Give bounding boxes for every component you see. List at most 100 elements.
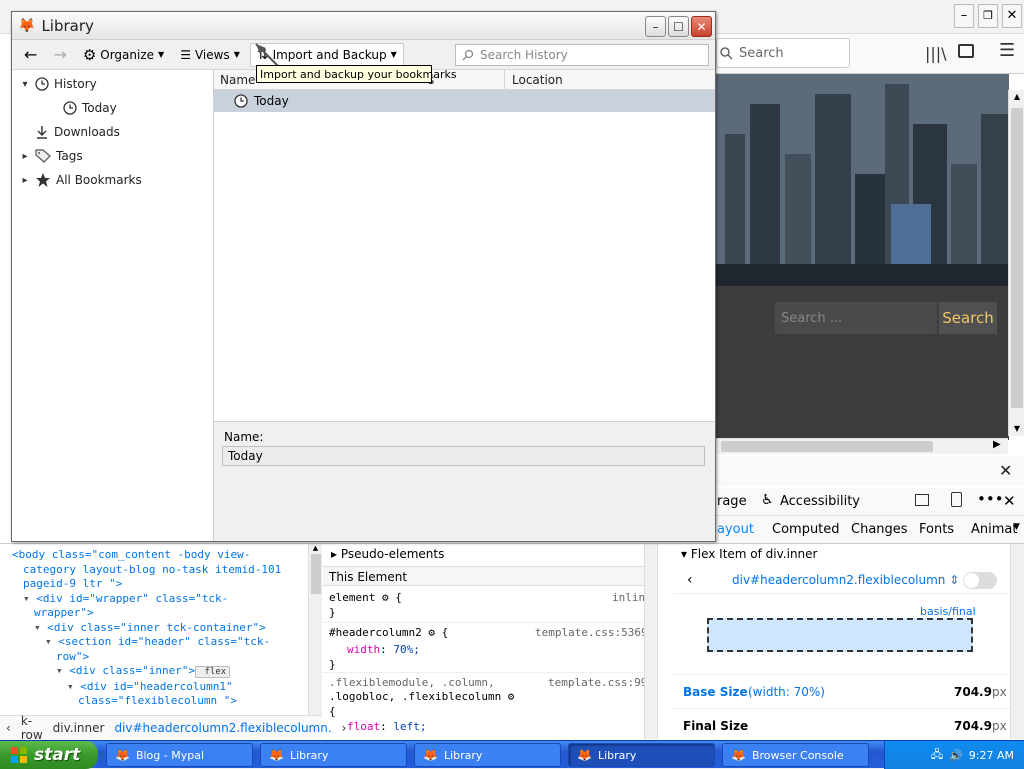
taskbar-item[interactable]: 🦊 Library bbox=[414, 743, 561, 767]
sidebar-item-today[interactable]: Today bbox=[12, 97, 117, 119]
taskbar-item[interactable]: 🦊 Browser Console bbox=[722, 743, 869, 767]
forward-button[interactable]: → bbox=[47, 42, 72, 67]
expand-twisty-icon[interactable]: ▾ bbox=[34, 621, 47, 634]
scroll-up-arrow-icon[interactable]: ▲ bbox=[1010, 90, 1024, 104]
close-devtools-icon[interactable]: ✕ bbox=[1003, 492, 1016, 510]
browser-search-input[interactable]: Search bbox=[716, 38, 850, 68]
rule-source[interactable]: template.css:5369 bbox=[535, 626, 648, 639]
markup-line[interactable]: ▾ <div class="inner tck-container"> bbox=[12, 621, 321, 636]
flex-item-header[interactable]: ▾ Flex Item of div.inner bbox=[681, 547, 817, 561]
taskbar-item[interactable]: 🦊 Blog - Mypal bbox=[106, 743, 253, 767]
markup-text: pageid-9 ltr "> bbox=[23, 577, 123, 590]
menu-icon[interactable]: ☰ bbox=[999, 40, 1015, 61]
markup-line[interactable]: wrapper"> bbox=[12, 606, 321, 621]
rule-source[interactable]: template.css:99 bbox=[548, 676, 647, 689]
devtools-close-icon[interactable]: ✕ bbox=[999, 461, 1012, 480]
sidebar-item-all-bookmarks[interactable]: ▸ All Bookmarks bbox=[12, 169, 142, 191]
pseudo-elements-toggle[interactable]: ▸ Pseudo-elements bbox=[331, 547, 444, 561]
scroll-right-arrow-icon[interactable]: ▶ bbox=[993, 439, 1001, 450]
taskbar-item[interactable]: 🦊 Library bbox=[568, 743, 715, 767]
clock[interactable]: 9:27 AM bbox=[969, 749, 1014, 762]
highlight-toggle[interactable] bbox=[963, 572, 997, 589]
rule-declaration[interactable]: width: 70%; bbox=[347, 643, 420, 656]
sidebar-icon[interactable] bbox=[958, 44, 974, 58]
more-options-icon[interactable]: ••• bbox=[977, 490, 1004, 508]
tab-changes[interactable]: Changes bbox=[851, 522, 908, 537]
expand-twisty-icon[interactable]: ▾ bbox=[45, 635, 58, 648]
back-button[interactable]: ← bbox=[18, 42, 43, 67]
sidebar-item-downloads[interactable]: Downloads bbox=[12, 121, 120, 143]
views-button[interactable]: ☰ Views ▼ bbox=[174, 45, 246, 65]
library-icon[interactable]: |||\ bbox=[925, 44, 947, 63]
markup-line[interactable]: ▾ <div id="wrapper" class="tck- bbox=[12, 592, 321, 607]
library-title-bar[interactable]: 🦊 Library bbox=[12, 12, 715, 40]
twisty-icon[interactable]: ▾ bbox=[20, 79, 30, 90]
chevron-down-icon[interactable]: ▼ bbox=[1013, 522, 1020, 532]
tab-fonts[interactable]: Fonts bbox=[919, 522, 954, 537]
minimize-button[interactable]: – bbox=[954, 4, 974, 28]
history-tree[interactable]: Today bbox=[214, 90, 715, 421]
dock-icon[interactable] bbox=[915, 494, 929, 506]
markup-line[interactable]: category layout-blog no-task itemid-101 bbox=[12, 563, 321, 578]
organize-button[interactable]: ⚙ Organize ▼ bbox=[77, 43, 170, 67]
twisty-icon[interactable]: ▸ bbox=[20, 151, 30, 162]
flex-item-selector[interactable]: div#headercolumn2.flexiblecolumn ⇕ bbox=[732, 573, 959, 587]
close-button[interactable]: ✕ bbox=[1002, 4, 1022, 28]
markup-line[interactable]: row"> bbox=[12, 650, 321, 665]
volume-icon[interactable]: 🔊 bbox=[949, 749, 963, 762]
h-scrollbar-thumb[interactable] bbox=[721, 441, 933, 452]
tab-animations[interactable]: Animat bbox=[971, 522, 1017, 537]
name-field[interactable]: Today bbox=[222, 446, 705, 466]
rule-declaration[interactable]: float: left; bbox=[347, 720, 427, 733]
expand-twisty-icon[interactable]: ▾ bbox=[23, 592, 36, 605]
back-chevron-icon[interactable]: ‹ bbox=[687, 572, 693, 588]
markup-text: category layout-blog no-task itemid-101 bbox=[23, 562, 282, 576]
breadcrumb-item[interactable]: div.inner bbox=[53, 721, 105, 735]
markup-scrollbar[interactable]: ▲ bbox=[308, 544, 322, 715]
library-minimize-button[interactable]: – bbox=[645, 16, 666, 37]
restore-button[interactable]: ❐ bbox=[978, 4, 998, 28]
start-button[interactable]: start bbox=[0, 741, 98, 769]
flex-badge[interactable]: flex bbox=[195, 666, 231, 678]
network-icon[interactable]: 🖧 bbox=[931, 746, 943, 765]
site-search-button[interactable]: Search bbox=[939, 302, 997, 334]
scrollbar-thumb[interactable] bbox=[310, 554, 321, 594]
table-row[interactable]: Today bbox=[214, 90, 715, 112]
site-search-input[interactable]: Search ... bbox=[775, 302, 937, 334]
sidebar-item-tags[interactable]: ▸ Tags bbox=[12, 145, 82, 167]
tab-accessibility[interactable]: Accessibility bbox=[780, 494, 860, 509]
tab-storage[interactable]: rage bbox=[717, 494, 747, 509]
column-header-location[interactable]: Location bbox=[512, 73, 563, 87]
tab-layout[interactable]: ayout bbox=[717, 522, 754, 537]
markup-line[interactable]: pageid-9 ltr "> bbox=[12, 577, 321, 592]
markup-line[interactable]: ▾ <div class="inner"> flex bbox=[12, 664, 321, 680]
layout-scrollbar[interactable] bbox=[1010, 544, 1024, 739]
twisty-icon[interactable]: ▸ bbox=[20, 175, 30, 186]
search-icon bbox=[720, 47, 733, 60]
markup-line[interactable]: ▾ <div id="headercolumn1" bbox=[12, 680, 321, 695]
taskbar-item-label: Library bbox=[289, 748, 329, 762]
breadcrumb-item-current[interactable]: div#headercolumn2.flexiblecolumn. bbox=[114, 721, 331, 735]
chevron-left-icon[interactable]: ‹ bbox=[6, 721, 11, 735]
library-maximize-button[interactable]: ☐ bbox=[668, 16, 689, 37]
scroll-up-arrow-icon[interactable]: ▲ bbox=[309, 544, 322, 552]
import-backup-label: Import and Backup bbox=[272, 47, 387, 62]
tab-computed[interactable]: Computed bbox=[772, 522, 840, 537]
markup-line[interactable]: ▾ <section id="header" class="tck- bbox=[12, 635, 321, 650]
rules-scrollbar[interactable] bbox=[644, 544, 657, 739]
breadcrumb-item[interactable]: k-row bbox=[21, 714, 43, 742]
expand-twisty-icon[interactable]: ▾ bbox=[56, 664, 69, 677]
page-horizontal-scrollbar[interactable]: ▶ bbox=[715, 438, 1008, 454]
library-close-button[interactable]: ✕ bbox=[691, 16, 712, 37]
markup-line[interactable]: class="flexiblecolumn "> bbox=[12, 694, 321, 709]
markup-line[interactable]: <body class="com_content -body view- bbox=[12, 548, 321, 563]
page-vertical-scrollbar[interactable]: ▲ ▼ bbox=[1008, 90, 1024, 436]
taskbar-item[interactable]: 🦊 Library bbox=[260, 743, 407, 767]
sidebar-item-history[interactable]: ▾ History bbox=[12, 73, 96, 95]
responsive-icon[interactable] bbox=[951, 492, 962, 507]
expand-twisty-icon[interactable]: ▾ bbox=[67, 680, 80, 693]
search-history-input[interactable]: Search History bbox=[455, 44, 709, 66]
column-header-name[interactable]: Name bbox=[220, 73, 255, 87]
scrollbar-thumb[interactable] bbox=[1011, 108, 1023, 408]
scroll-down-arrow-icon[interactable]: ▼ bbox=[1010, 422, 1024, 436]
